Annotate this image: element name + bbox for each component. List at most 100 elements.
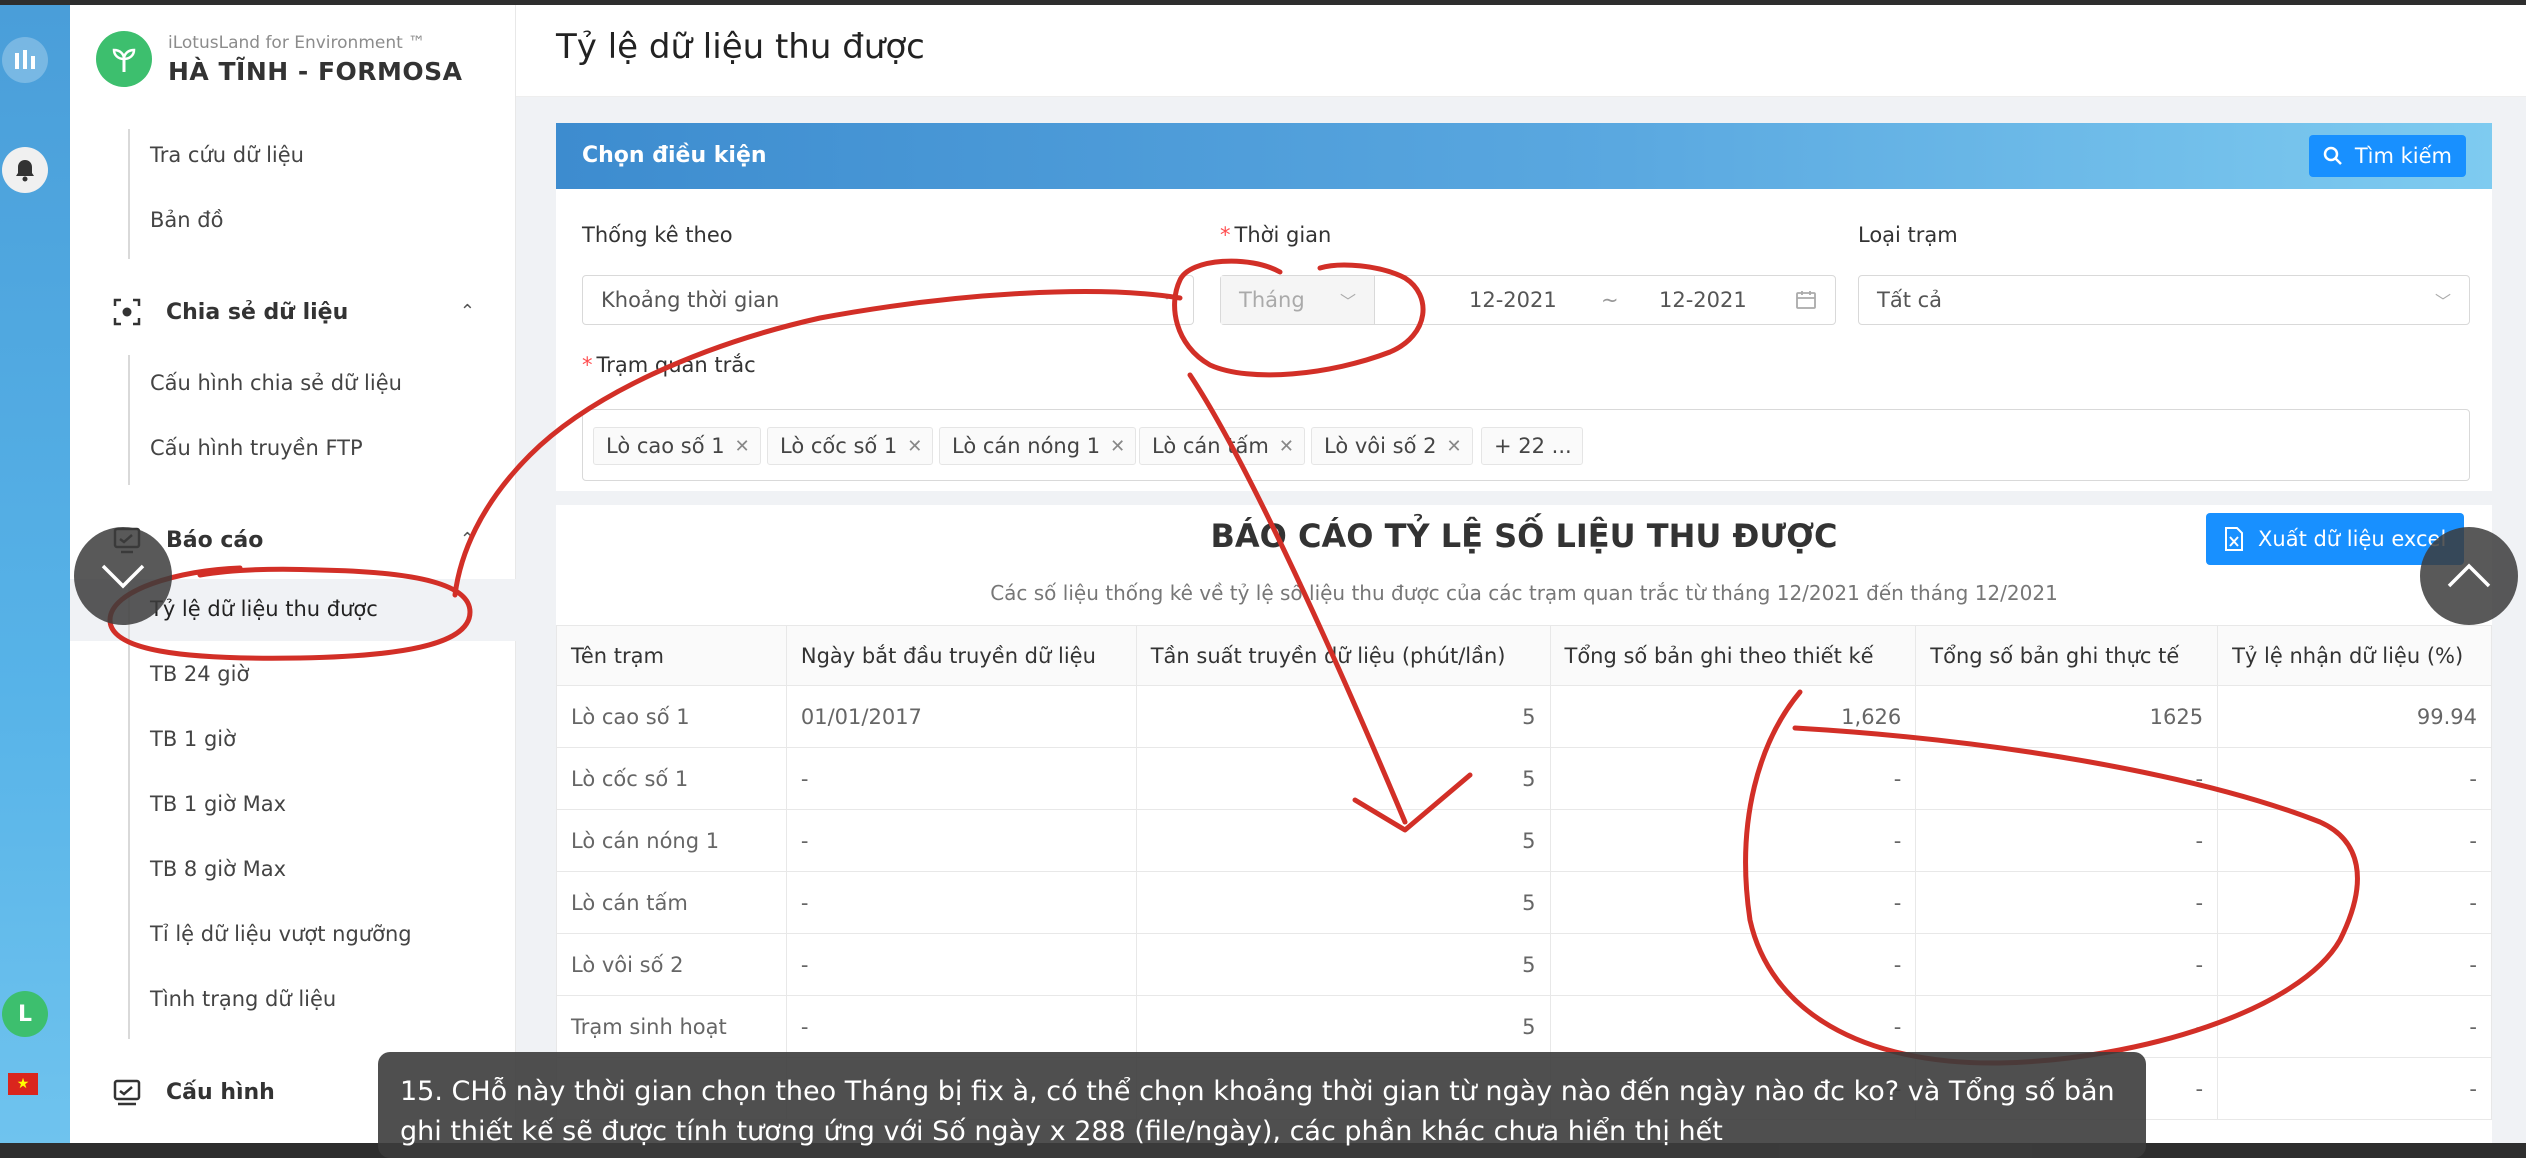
carousel-prev-button[interactable]	[74, 527, 172, 625]
brand: iLotusLand for Environment ™ HÀ TĨNH - F…	[96, 31, 463, 87]
column-header[interactable]: Ngày bắt đầu truyền dữ liệu	[785, 625, 1137, 686]
sidebar-item-cau-hinh-ftp[interactable]: Cấu hình truyền FTP	[150, 436, 363, 460]
station-label-text: Trạm quan trắc	[596, 353, 756, 377]
sidebar-group-config-label: Cấu hình	[166, 1079, 275, 1105]
sidebar-item-tb-1[interactable]: TB 1 giờ	[150, 727, 236, 751]
sidebar-item-ban-do[interactable]: Bản đồ	[150, 208, 223, 232]
chart-bars-icon	[15, 50, 35, 69]
sidebar-item-tb-24[interactable]: TB 24 giờ	[150, 662, 249, 686]
date-separator: ~	[1601, 288, 1619, 312]
sidebar-item-tb-8-max[interactable]: TB 8 giờ Max	[150, 857, 286, 881]
table-cell: 5	[1135, 871, 1551, 934]
required-marker: *	[1220, 223, 1231, 247]
table-cell: -	[1915, 933, 2219, 996]
chevron-up-icon[interactable]: ⌃	[460, 301, 475, 322]
excel-file-icon	[2225, 527, 2243, 551]
close-icon[interactable]: ✕	[907, 436, 922, 457]
station-tag-label: Lò vôi số 2	[1324, 434, 1437, 458]
carousel-next-button[interactable]	[2420, 527, 2518, 625]
close-icon[interactable]: ✕	[1110, 436, 1125, 457]
date-from-input[interactable]: 12-2021	[1469, 288, 1557, 312]
sidebar-item-tra-cuu[interactable]: Tra cứu dữ liệu	[150, 143, 304, 167]
table-header-row: Tên trạm Ngày bắt đầu truyền dữ liệu Tần…	[556, 625, 2492, 686]
time-range-input: Tháng ﹀ 12-2021 ~ 12-2021	[1220, 275, 1836, 325]
date-to-input[interactable]: 12-2021	[1659, 288, 1747, 312]
calendar-icon[interactable]	[1795, 289, 1817, 311]
avatar[interactable]: L	[2, 991, 48, 1037]
close-icon[interactable]: ✕	[735, 436, 750, 457]
search-button[interactable]: Tìm kiếm	[2308, 135, 2466, 177]
table-cell: -	[1915, 809, 2219, 872]
close-icon[interactable]: ✕	[1279, 436, 1294, 457]
station-tag-label: Lò cán tấm	[1152, 434, 1269, 458]
chevron-up-icon	[2447, 563, 2491, 588]
stat-label: Thống kê theo	[582, 223, 733, 247]
table-cell: Trạm sinh hoạt	[556, 995, 787, 1058]
notification-button[interactable]	[2, 147, 48, 193]
sidebar-item-vuot-nguong[interactable]: Tỉ lệ dữ liệu vượt ngưỡng	[150, 922, 412, 946]
time-label-text: Thời gian	[1234, 223, 1332, 247]
station-tag[interactable]: Lò cán nóng 1 ✕	[939, 427, 1137, 465]
table-cell: -	[785, 747, 1137, 810]
share-frame-icon	[110, 295, 144, 329]
caption-line: ghi thiết kế sẽ được tính tương ứng với …	[400, 1116, 1723, 1147]
station-tag[interactable]: Lò cán tấm ✕	[1139, 427, 1305, 465]
table-cell: -	[1549, 871, 1917, 934]
time-unit-select[interactable]: Tháng ﹀	[1221, 276, 1375, 324]
table-cell: -	[1915, 871, 2219, 934]
column-header[interactable]: Tần suất truyền dữ liệu (phút/lần)	[1135, 625, 1551, 686]
station-tag[interactable]: Lò vôi số 2 ✕	[1311, 427, 1473, 465]
station-type-select[interactable]: Tất cả ﹀	[1858, 275, 2470, 325]
close-icon[interactable]: ✕	[1446, 436, 1461, 457]
table-cell: -	[2217, 871, 2492, 934]
sidebar-group-config[interactable]: Cấu hình	[110, 1075, 275, 1109]
chevron-down-icon: ﹀	[1339, 292, 1356, 311]
stat-select-value: Khoảng thời gian	[601, 288, 780, 312]
table-cell: Lò cán nóng 1	[556, 809, 787, 872]
table-cell: -	[785, 995, 1137, 1058]
chevron-up-icon[interactable]: ⌃	[460, 529, 475, 550]
table-cell: -	[2217, 1057, 2492, 1120]
table-cell: -	[1549, 809, 1917, 872]
config-icon	[110, 1075, 144, 1109]
caption-line: 15. CHỗ này thời gian chọn theo Tháng bị…	[400, 1076, 2115, 1107]
report-subtitle: Các số liệu thống kê về tỷ lệ số liệu th…	[990, 581, 2058, 605]
export-excel-label: Xuất dữ liệu excel	[2258, 527, 2447, 551]
column-header[interactable]: Tổng số bản ghi theo thiết kế	[1549, 625, 1917, 686]
page-title: Tỷ lệ dữ liệu thu được	[556, 27, 925, 67]
search-button-label: Tìm kiếm	[2354, 144, 2452, 168]
station-tag[interactable]: Lò cao số 1 ✕	[593, 427, 761, 465]
language-flag-button[interactable]: ★	[8, 1073, 38, 1095]
column-header[interactable]: Tên trạm	[556, 625, 787, 686]
bell-icon	[16, 160, 34, 182]
chevron-down-icon: ﹀	[2434, 292, 2451, 311]
station-tag-label: Lò cao số 1	[606, 434, 725, 458]
report-card: BÁO CÁO TỶ LỆ SỐ LIỆU THU ĐƯỢC Xuất dữ l…	[556, 505, 2492, 1143]
table-cell: Lò vôi số 2	[556, 933, 787, 996]
station-multiselect[interactable]: Lò cao số 1 ✕ Lò cốc số 1 ✕ Lò cán nóng 1 ✕…	[582, 409, 2470, 481]
station-type-label: Loại trạm	[1858, 223, 1958, 247]
column-header[interactable]: Tổng số bản ghi thực tế	[1915, 625, 2219, 686]
sidebar-group-share[interactable]: Chia sẻ dữ liệu	[110, 295, 348, 329]
station-label: * Trạm quan trắc	[582, 353, 756, 377]
table-cell: -	[785, 933, 1137, 996]
table-cell: Lò cán tấm	[556, 871, 787, 934]
sidebar-item-tinh-trang[interactable]: Tình trạng dữ liệu	[150, 987, 336, 1011]
table-cell: Lò cốc số 1	[556, 747, 787, 810]
station-tag[interactable]: Lò cốc số 1 ✕	[767, 427, 934, 465]
more-tags[interactable]: + 22 ...	[1481, 427, 1583, 465]
sidebar-item-cau-hinh-chia-se[interactable]: Cấu hình chia sẻ dữ liệu	[150, 371, 402, 395]
rail-logo-button[interactable]	[2, 37, 48, 83]
sidebar-item-ty-le-du-lieu[interactable]: Tỷ lệ dữ liệu thu được	[150, 597, 378, 621]
table-cell: -	[1915, 995, 2219, 1058]
filter-header: Chọn điều kiện Tìm kiếm	[556, 123, 2492, 189]
time-label: * Thời gian	[1220, 223, 1331, 247]
table-row: Lò cán nóng 1-5---	[556, 809, 2492, 872]
star-icon: ★	[16, 1076, 30, 1092]
stat-select[interactable]: Khoảng thời gian ﹀	[582, 275, 1194, 325]
required-marker: *	[582, 353, 593, 377]
column-header[interactable]: Tỷ lệ nhận dữ liệu (%)	[2217, 625, 2492, 686]
table-cell: 5	[1135, 747, 1551, 810]
menu-tree-line	[128, 579, 130, 1039]
sidebar-item-tb-1-max[interactable]: TB 1 giờ Max	[150, 792, 286, 816]
